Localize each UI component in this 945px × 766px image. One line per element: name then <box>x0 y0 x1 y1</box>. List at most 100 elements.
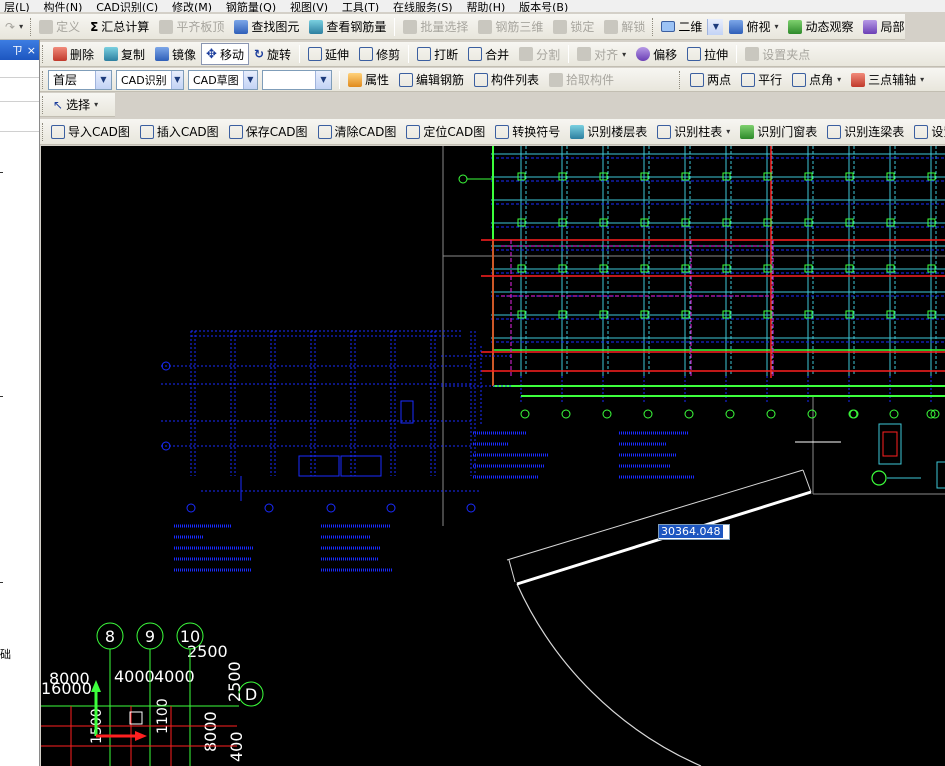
clear-cad-icon <box>317 124 332 139</box>
menu-item-help[interactable]: 帮助(H) <box>462 2 511 12</box>
component-list-button[interactable]: 构件列表 <box>469 69 544 91</box>
offset-button[interactable]: 偏移 <box>631 43 682 65</box>
rebar-3d-button[interactable]: 钢筋三维 <box>473 16 548 38</box>
separator <box>736 45 738 63</box>
split-button[interactable]: 分割 <box>514 43 565 65</box>
flush-slab-button[interactable]: 平齐板顶 <box>154 16 229 38</box>
recognize-door-window-table-button[interactable]: 识别门窗表 <box>735 121 822 143</box>
set-scale-button[interactable]: 设置比例 <box>909 121 945 143</box>
menu-item-cad-recognize[interactable]: CAD识别(C) <box>92 2 164 12</box>
mirror-button[interactable]: 镜像 <box>150 43 201 65</box>
toolbar-grip[interactable] <box>652 17 654 36</box>
menu-item-version[interactable]: 版本号(B) <box>515 2 574 12</box>
lock-button[interactable]: 锁定 <box>548 16 599 38</box>
extend-icon <box>308 47 323 61</box>
menu-item-modify[interactable]: 修改(M) <box>168 2 218 12</box>
save-cad-button[interactable]: 保存CAD图 <box>224 121 313 143</box>
menu-item-component[interactable]: 构件(N) <box>40 2 89 12</box>
component-select[interactable]: ▼ <box>262 69 332 90</box>
separator <box>408 45 410 63</box>
menu-item-view[interactable]: 视图(V) <box>286 2 334 12</box>
toolbar-grip[interactable] <box>30 17 32 36</box>
three-point-aux-label: 三点辅轴 <box>868 73 917 87</box>
import-cad-button[interactable]: 导入CAD图 <box>46 121 135 143</box>
extend-button[interactable]: 延伸 <box>303 43 354 65</box>
clear-cad-button[interactable]: 清除CAD图 <box>313 121 402 143</box>
convert-symbol-label: 转换符号 <box>512 125 561 139</box>
set-grip-button[interactable]: 设置夹点 <box>740 43 815 65</box>
rotate-button[interactable]: ↻ 旋转 <box>249 43 296 65</box>
sum-calc-label: 汇总计算 <box>101 20 150 34</box>
recognize-beam-table-button[interactable]: 识别连梁表 <box>822 121 909 143</box>
pick-component-button[interactable]: 拾取构件 <box>544 69 619 91</box>
menu-item-rebar-amount[interactable]: 钢筋量(Q) <box>222 2 282 12</box>
local-3d-button[interactable]: 局部三维 <box>858 16 905 38</box>
move-button[interactable]: ✥ 移动 <box>201 43 249 65</box>
tree-tick <box>0 582 3 583</box>
split-icon <box>519 47 534 61</box>
floor-plan-upper <box>442 146 945 526</box>
dynamic-view-button[interactable]: 动态观察 <box>783 16 858 38</box>
left-panel-row[interactable] <box>0 78 39 102</box>
close-icon[interactable]: × <box>27 44 36 57</box>
category-select[interactable]: CAD识别 ▼ <box>116 69 184 90</box>
recognize-beam-table-label: 识别连梁表 <box>844 125 905 139</box>
edit-rebar-button[interactable]: 编辑钢筋 <box>394 69 469 91</box>
toolbar-grip[interactable] <box>42 122 43 141</box>
insert-cad-button[interactable]: 插入CAD图 <box>135 121 224 143</box>
toolbar-grip[interactable] <box>42 95 45 114</box>
align-button[interactable]: 对齐 ▾ <box>572 43 631 65</box>
left-panel-row[interactable] <box>0 60 39 78</box>
left-panel-row[interactable] <box>0 102 39 132</box>
menu-item-tools[interactable]: 工具(T) <box>338 2 385 12</box>
merge-button[interactable]: 合并 <box>463 43 514 65</box>
cad-drawing-canvas[interactable]: 8 9 10 D 2500 8000 4000 4000 16000 2500 … <box>41 146 945 766</box>
pin-icon[interactable]: ㄗ <box>12 42 23 58</box>
unlock-button[interactable]: 解锁 <box>599 16 650 38</box>
sum-calc-button[interactable]: Σ 汇总计算 <box>85 16 154 38</box>
locate-cad-button[interactable]: 定位CAD图 <box>401 121 490 143</box>
find-element-button[interactable]: 查找图元 <box>229 16 304 38</box>
parallel-button[interactable]: 平行 <box>736 69 787 91</box>
delete-button[interactable]: 删除 <box>48 43 99 65</box>
clear-cad-label: 清除CAD图 <box>334 125 397 139</box>
toolbar-grip[interactable] <box>42 70 45 89</box>
batch-select-button[interactable]: 批量选择 <box>398 16 473 38</box>
stretch-button[interactable]: 拉伸 <box>682 43 733 65</box>
floor-table-icon <box>570 124 585 139</box>
point-angle-button[interactable]: 点角 ▾ <box>787 69 846 91</box>
menu-item-online-service[interactable]: 在线服务(S) <box>389 2 459 12</box>
floor-select[interactable]: 首层 ▼ <box>48 69 112 90</box>
view-rebar-button[interactable]: 查看钢筋量 <box>304 16 391 38</box>
recognize-floor-table-button[interactable]: 识别楼层表 <box>565 121 652 143</box>
select-toolbar: ↖ 选择 ▾ <box>40 93 115 117</box>
save-cad-icon <box>228 124 243 139</box>
trim-button[interactable]: 修剪 <box>354 43 405 65</box>
break-button[interactable]: 打断 <box>412 43 463 65</box>
convert-symbol-button[interactable]: 转换符号 <box>490 121 565 143</box>
redo-button[interactable]: ↷ ▾ <box>0 16 28 38</box>
rotate-label: 旋转 <box>267 47 292 62</box>
dimension-input-field[interactable]: 30364.048 <box>658 524 730 540</box>
ucs-y-arrow-icon <box>91 680 101 692</box>
menu-item-floor[interactable]: 层(L) <box>0 2 36 12</box>
view-mode-select[interactable]: 二维 ▼ <box>656 16 724 38</box>
three-point-aux-button[interactable]: 三点辅轴 ▾ <box>846 69 929 91</box>
mirror-icon <box>155 47 170 61</box>
select-button[interactable]: ↖ 选择 ▾ <box>48 94 103 116</box>
chevron-down-icon: ▼ <box>95 70 111 89</box>
two-points-button[interactable]: 两点 <box>685 69 736 91</box>
recognize-column-table-button[interactable]: 识别柱表 ▾ <box>652 121 735 143</box>
tree-item-foundation[interactable]: 础 <box>0 646 11 662</box>
copy-button[interactable]: 复制 <box>99 43 150 65</box>
top-view-button[interactable]: 俯视 ▾ <box>724 16 783 38</box>
toolbar-grip[interactable] <box>679 70 682 89</box>
grip-point-icon <box>745 47 760 61</box>
define-button[interactable]: 定义 <box>34 16 85 38</box>
offset-icon <box>636 47 651 61</box>
properties-button[interactable]: 属性 <box>343 69 394 91</box>
subtype-select[interactable]: CAD草图 ▼ <box>188 69 258 90</box>
toolbar-grip[interactable] <box>42 45 45 63</box>
view-mode-dropdown[interactable]: ▼ <box>707 18 724 35</box>
trim-label: 修剪 <box>376 47 401 62</box>
